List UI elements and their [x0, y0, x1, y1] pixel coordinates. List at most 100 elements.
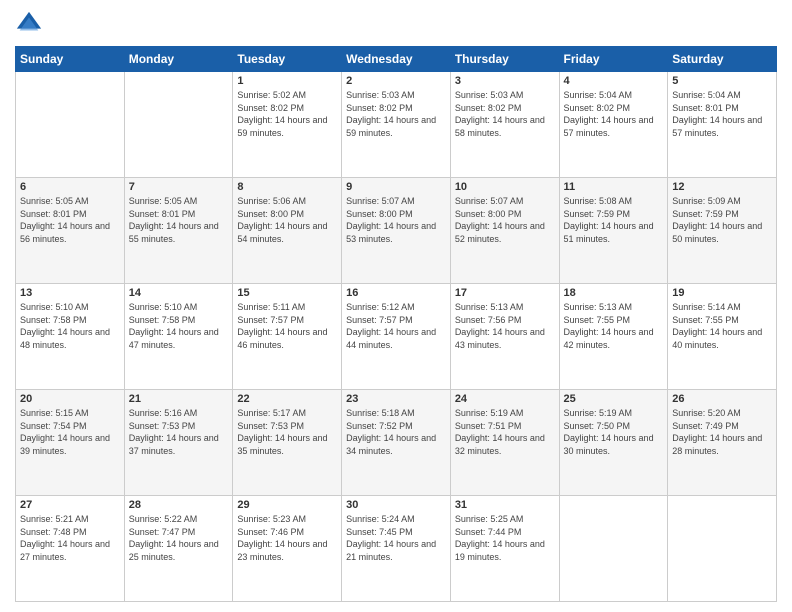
cell-text: Sunrise: 5:11 AMSunset: 7:57 PMDaylight:… — [237, 302, 327, 350]
cell-text: Sunrise: 5:05 AMSunset: 8:01 PMDaylight:… — [20, 196, 110, 244]
day-number: 24 — [455, 393, 555, 405]
calendar-cell: 28Sunrise: 5:22 AMSunset: 7:47 PMDayligh… — [124, 496, 233, 602]
cell-text: Sunrise: 5:18 AMSunset: 7:52 PMDaylight:… — [346, 408, 436, 456]
calendar-cell — [16, 72, 125, 178]
cell-text: Sunrise: 5:06 AMSunset: 8:00 PMDaylight:… — [237, 196, 327, 244]
day-number: 22 — [237, 393, 337, 405]
cell-text: Sunrise: 5:10 AMSunset: 7:58 PMDaylight:… — [129, 302, 219, 350]
calendar-cell: 10 Sunrise: 5:07 AMSunset: 8:00 PMDayligh… — [450, 178, 559, 284]
calendar-table: SundayMondayTuesdayWednesdayThursdayFrid… — [15, 46, 777, 602]
header — [15, 10, 777, 38]
day-number: 19 — [672, 287, 772, 299]
calendar-day-header: Sunday — [16, 47, 125, 72]
calendar-cell: 30 Sunrise: 5:24 AMSunset: 7:45 PMDayligh… — [342, 496, 451, 602]
day-number: 30 — [346, 499, 446, 511]
calendar-header-row: SundayMondayTuesdayWednesdayThursdayFrid… — [16, 47, 777, 72]
day-number: 28 — [129, 499, 229, 511]
calendar-cell: 17 Sunrise: 5:13 AMSunset: 7:56 PMDayligh… — [450, 284, 559, 390]
calendar-cell: 20 Sunrise: 5:15 AMSunset: 7:54 PMDayligh… — [16, 390, 125, 496]
calendar-cell: 21 Sunrise: 5:16 AMSunset: 7:53 PMDayligh… — [124, 390, 233, 496]
cell-text: Sunrise: 5:07 AMSunset: 8:00 PMDaylight:… — [346, 196, 436, 244]
calendar-cell: 13 Sunrise: 5:10 AMSunset: 7:58 PMDayligh… — [16, 284, 125, 390]
day-number: 29 — [237, 499, 337, 511]
calendar-cell: 1 Sunrise: 5:02 AMSunset: 8:02 PMDaylight… — [233, 72, 342, 178]
calendar-day-header: Thursday — [450, 47, 559, 72]
cell-text: Sunrise: 5:04 AMSunset: 8:02 PMDaylight:… — [564, 90, 654, 138]
cell-text: Sunrise: 5:12 AMSunset: 7:57 PMDaylight:… — [346, 302, 436, 350]
calendar-cell: 27Sunrise: 5:21 AMSunset: 7:48 PMDayligh… — [16, 496, 125, 602]
cell-text: Sunrise: 5:09 AMSunset: 7:59 PMDaylight:… — [672, 196, 762, 244]
cell-text: Sunrise: 5:03 AMSunset: 8:02 PMDaylight:… — [346, 90, 436, 138]
calendar-cell: 23 Sunrise: 5:18 AMSunset: 7:52 PMDayligh… — [342, 390, 451, 496]
calendar-cell: 9 Sunrise: 5:07 AMSunset: 8:00 PMDaylight… — [342, 178, 451, 284]
logo-icon — [15, 10, 43, 38]
calendar-cell: 19 Sunrise: 5:14 AMSunset: 7:55 PMDayligh… — [668, 284, 777, 390]
cell-text: Sunrise: 5:19 AMSunset: 7:50 PMDaylight:… — [564, 408, 654, 456]
calendar-day-header: Saturday — [668, 47, 777, 72]
day-number: 13 — [20, 287, 120, 299]
cell-text: Sunrise: 5:03 AMSunset: 8:02 PMDaylight:… — [455, 90, 545, 138]
calendar-cell — [668, 496, 777, 602]
cell-text: Sunrise: 5:16 AMSunset: 7:53 PMDaylight:… — [129, 408, 219, 456]
logo — [15, 10, 47, 38]
cell-text: Sunrise: 5:13 AMSunset: 7:56 PMDaylight:… — [455, 302, 545, 350]
day-number: 18 — [564, 287, 664, 299]
calendar-cell: 22 Sunrise: 5:17 AMSunset: 7:53 PMDayligh… — [233, 390, 342, 496]
day-number: 9 — [346, 181, 446, 193]
day-number: 23 — [346, 393, 446, 405]
cell-text: Sunrise: 5:07 AMSunset: 8:00 PMDaylight:… — [455, 196, 545, 244]
calendar-cell: 3 Sunrise: 5:03 AMSunset: 8:02 PMDaylight… — [450, 72, 559, 178]
cell-text: Sunrise: 5:08 AMSunset: 7:59 PMDaylight:… — [564, 196, 654, 244]
calendar-cell: 15 Sunrise: 5:11 AMSunset: 7:57 PMDayligh… — [233, 284, 342, 390]
day-number: 20 — [20, 393, 120, 405]
calendar-week-row: 20 Sunrise: 5:15 AMSunset: 7:54 PMDayligh… — [16, 390, 777, 496]
calendar-week-row: 13 Sunrise: 5:10 AMSunset: 7:58 PMDayligh… — [16, 284, 777, 390]
day-number: 14 — [129, 287, 229, 299]
calendar-cell: 26Sunrise: 5:20 AMSunset: 7:49 PMDayligh… — [668, 390, 777, 496]
day-number: 31 — [455, 499, 555, 511]
day-number: 25 — [564, 393, 664, 405]
day-number: 21 — [129, 393, 229, 405]
day-number: 10 — [455, 181, 555, 193]
calendar-day-header: Wednesday — [342, 47, 451, 72]
cell-text: Sunrise: 5:02 AMSunset: 8:02 PMDaylight:… — [237, 90, 327, 138]
calendar-cell — [124, 72, 233, 178]
cell-text: Sunrise: 5:15 AMSunset: 7:54 PMDaylight:… — [20, 408, 110, 456]
calendar-cell: 24 Sunrise: 5:19 AMSunset: 7:51 PMDayligh… — [450, 390, 559, 496]
cell-text: Sunrise: 5:21 AMSunset: 7:48 PMDaylight:… — [20, 514, 110, 562]
cell-text: Sunrise: 5:05 AMSunset: 8:01 PMDaylight:… — [129, 196, 219, 244]
calendar-cell: 2Sunrise: 5:03 AMSunset: 8:02 PMDaylight… — [342, 72, 451, 178]
day-number: 12 — [672, 181, 772, 193]
day-number: 6 — [20, 181, 120, 193]
calendar-cell: 31 Sunrise: 5:25 AMSunset: 7:44 PMDayligh… — [450, 496, 559, 602]
day-number: 15 — [237, 287, 337, 299]
cell-text: Sunrise: 5:19 AMSunset: 7:51 PMDaylight:… — [455, 408, 545, 456]
calendar-cell: 8Sunrise: 5:06 AMSunset: 8:00 PMDaylight… — [233, 178, 342, 284]
calendar-cell: 14 Sunrise: 5:10 AMSunset: 7:58 PMDayligh… — [124, 284, 233, 390]
calendar-cell: 11Sunrise: 5:08 AMSunset: 7:59 PMDayligh… — [559, 178, 668, 284]
page: SundayMondayTuesdayWednesdayThursdayFrid… — [0, 0, 792, 612]
calendar-cell: 6 Sunrise: 5:05 AMSunset: 8:01 PMDaylight… — [16, 178, 125, 284]
calendar-week-row: 1 Sunrise: 5:02 AMSunset: 8:02 PMDaylight… — [16, 72, 777, 178]
cell-text: Sunrise: 5:17 AMSunset: 7:53 PMDaylight:… — [237, 408, 327, 456]
day-number: 3 — [455, 75, 555, 87]
day-number: 1 — [237, 75, 337, 87]
calendar-cell: 18 Sunrise: 5:13 AMSunset: 7:55 PMDayligh… — [559, 284, 668, 390]
day-number: 17 — [455, 287, 555, 299]
cell-text: Sunrise: 5:14 AMSunset: 7:55 PMDaylight:… — [672, 302, 762, 350]
cell-text: Sunrise: 5:10 AMSunset: 7:58 PMDaylight:… — [20, 302, 110, 350]
calendar-week-row: 6 Sunrise: 5:05 AMSunset: 8:01 PMDaylight… — [16, 178, 777, 284]
day-number: 4 — [564, 75, 664, 87]
calendar-cell: 25 Sunrise: 5:19 AMSunset: 7:50 PMDayligh… — [559, 390, 668, 496]
cell-text: Sunrise: 5:25 AMSunset: 7:44 PMDaylight:… — [455, 514, 545, 562]
calendar-cell: 5Sunrise: 5:04 AMSunset: 8:01 PMDaylight… — [668, 72, 777, 178]
cell-text: Sunrise: 5:24 AMSunset: 7:45 PMDaylight:… — [346, 514, 436, 562]
day-number: 26 — [672, 393, 772, 405]
cell-text: Sunrise: 5:13 AMSunset: 7:55 PMDaylight:… — [564, 302, 654, 350]
cell-text: Sunrise: 5:23 AMSunset: 7:46 PMDaylight:… — [237, 514, 327, 562]
day-number: 5 — [672, 75, 772, 87]
calendar-cell: 7Sunrise: 5:05 AMSunset: 8:01 PMDaylight… — [124, 178, 233, 284]
calendar-cell: 29 Sunrise: 5:23 AMSunset: 7:46 PMDayligh… — [233, 496, 342, 602]
calendar-week-row: 27Sunrise: 5:21 AMSunset: 7:48 PMDayligh… — [16, 496, 777, 602]
day-number: 16 — [346, 287, 446, 299]
